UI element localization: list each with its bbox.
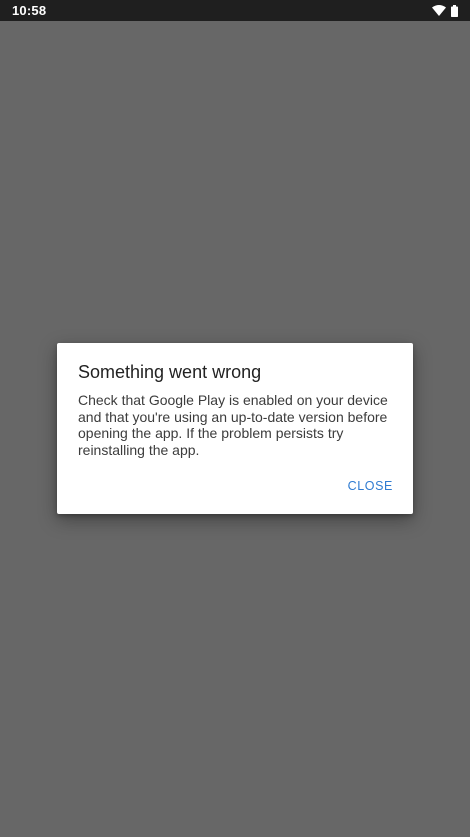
status-time: 10:58 [12, 3, 47, 18]
dialog-message: Check that Google Play is enabled on you… [78, 392, 388, 458]
close-button[interactable]: CLOSE [348, 479, 393, 493]
error-dialog: Something went wrong Check that Google P… [57, 343, 413, 514]
status-bar: 10:58 [0, 0, 470, 21]
dialog-title: Something went wrong [78, 362, 262, 382]
status-icons [432, 4, 458, 17]
battery-icon [451, 4, 458, 17]
wifi-icon [432, 5, 446, 16]
